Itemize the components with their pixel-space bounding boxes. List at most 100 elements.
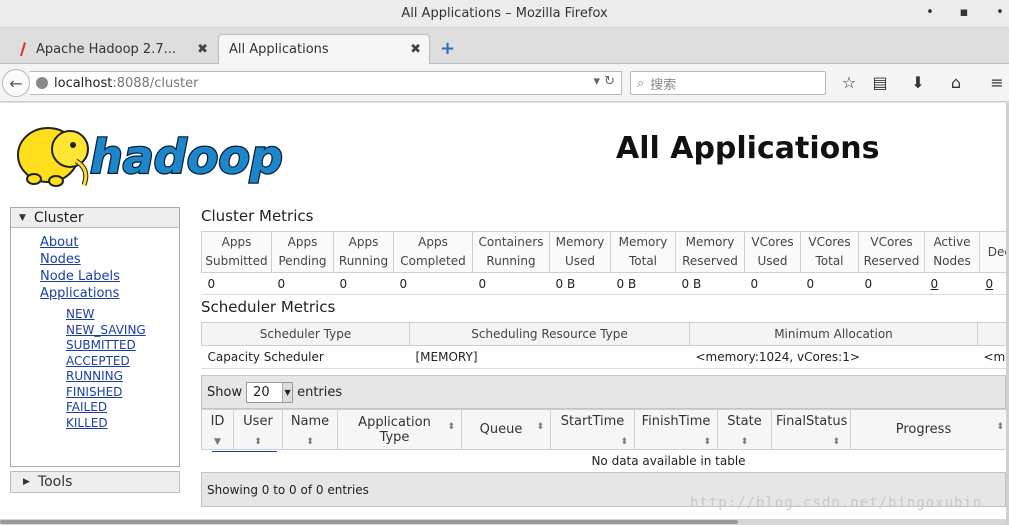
search-input[interactable]: ⌕ 搜索: [630, 71, 826, 95]
cluster-links: About Nodes Node Labels Applications NEW…: [11, 228, 277, 454]
sort-icon: ⬍: [703, 437, 711, 447]
table-row: No data available in table: [202, 450, 1007, 472]
sort-icon: ⬍: [996, 422, 1004, 432]
maximize-icon[interactable]: ▪: [956, 5, 972, 20]
minimum-allocation-value: <memory:1024, vCores:1>: [689, 345, 978, 369]
globe-icon: [36, 77, 48, 89]
col-progress[interactable]: Progress ⬍: [850, 409, 1006, 450]
scheduler-metrics-title: Scheduler Metrics: [201, 298, 336, 316]
metric-value: 0 B: [549, 272, 611, 295]
col-decommissioned-nodes: Deco: [979, 231, 1006, 273]
metric-value: 0: [858, 272, 925, 295]
sidebar-tools[interactable]: ▶ Tools: [10, 471, 180, 493]
page-title: All Applications: [616, 131, 880, 166]
col-maximum-allocation: [977, 322, 1006, 346]
col-apps-submitted: Apps Submitted: [201, 231, 272, 273]
sidebar-item-nodes[interactable]: Nodes: [40, 251, 179, 268]
entries-per-page-select[interactable]: 20 ▼: [246, 381, 294, 403]
window-titlebar: All Applications – Mozilla Firefox • ▪ •: [0, 0, 1009, 28]
hadoop-elephant-icon: hadoop: [17, 127, 284, 187]
sidebar-item-node-labels[interactable]: Node Labels: [40, 268, 179, 285]
metric-value: 0: [333, 272, 394, 295]
sort-icon: ⬍: [832, 437, 840, 447]
horizontal-scrollbar[interactable]: [0, 519, 1006, 525]
url-bar[interactable]: localhost:8088/cluster ▾ ↻: [30, 71, 622, 95]
show-label: Show: [207, 384, 243, 400]
sidebar-item-applications[interactable]: Applications: [40, 285, 179, 302]
collapse-arrow-icon: ▼: [19, 212, 26, 223]
scheduler-metrics-table: Scheduler Type Scheduling Resource Type …: [201, 322, 1006, 369]
sort-icon: ⬍: [254, 437, 262, 447]
tools-label: Tools: [37, 474, 73, 490]
col-name[interactable]: Name ⬍: [282, 409, 338, 450]
watermark: http://blog.csdn.net/bingoxubin: [690, 495, 983, 511]
sort-icon: ⬍: [740, 437, 749, 447]
bookmarks-list-icon[interactable]: ▤: [869, 73, 891, 92]
col-apps-running: Apps Running: [333, 231, 394, 273]
close-window-icon[interactable]: •: [992, 5, 1008, 20]
new-tab-icon[interactable]: +: [440, 38, 455, 59]
col-scheduling-resource-type: Scheduling Resource Type: [409, 322, 690, 346]
bookmark-star-icon[interactable]: ☆: [838, 73, 860, 92]
col-queue[interactable]: Queue ⬍: [461, 409, 551, 450]
tab-close-icon[interactable]: ✖: [197, 42, 208, 57]
scrollbar-thumb[interactable]: [0, 520, 738, 524]
url-path: :8088/cluster: [112, 75, 199, 91]
cluster-metrics-table: Apps Submitted Apps Pending Apps Running Ap…: [201, 231, 1006, 295]
metric-value: 0: [744, 272, 801, 295]
sort-icon: ▼: [214, 437, 221, 447]
cluster-metrics-title: Cluster Metrics: [201, 207, 314, 225]
table-info-text: Showing 0 to 0 of 0 entries: [207, 482, 369, 497]
sort-icon: ⬍: [620, 437, 628, 447]
active-nodes-link[interactable]: 0: [924, 272, 980, 295]
entries-label: entries: [297, 384, 343, 400]
sidebar-item-accepted[interactable]: ACCEPTED: [66, 354, 179, 370]
empty-table-message: No data available in table: [591, 453, 746, 468]
col-final-status[interactable]: FinalStatus ⬍: [771, 409, 851, 450]
col-start-time[interactable]: StartTime ⬍: [550, 409, 635, 450]
tab-all-applications[interactable]: All Applications ✖: [218, 34, 430, 64]
tab-strip: Apache Hadoop 2.7... ✖ All Applications …: [0, 28, 1009, 64]
col-scheduler-type: Scheduler Type: [201, 322, 410, 346]
download-icon[interactable]: ⬇: [907, 73, 929, 92]
url-host: localhost: [54, 75, 113, 91]
sidebar-item-killed[interactable]: KILLED: [66, 416, 179, 432]
col-finish-time[interactable]: FinishTime ⬍: [634, 409, 718, 450]
sidebar-item-new-saving[interactable]: NEW_SAVING: [66, 323, 179, 339]
col-vcores-total: VCores Total: [800, 231, 859, 273]
cluster-header[interactable]: ▼ Cluster: [11, 208, 179, 228]
metric-value: 0: [800, 272, 859, 295]
tab-hadoop[interactable]: Apache Hadoop 2.7... ✖: [8, 34, 216, 64]
col-user[interactable]: User ⬍: [233, 409, 283, 450]
nav-bar: ← localhost:8088/cluster ▾ ↻ ⌕ 搜索 ☆ ▤ ⬇ …: [0, 64, 1009, 102]
col-state[interactable]: State ⬍: [717, 409, 772, 450]
minimize-icon[interactable]: •: [922, 5, 938, 20]
home-icon[interactable]: ⌂: [945, 73, 967, 92]
col-apps-completed: Apps Completed: [393, 231, 473, 273]
table-length-bar: Show 20 ▼ entries: [201, 375, 1006, 409]
reload-icon[interactable]: ▾ ↻: [593, 74, 615, 89]
cluster-label: Cluster: [33, 209, 84, 226]
menu-icon[interactable]: ≡: [986, 73, 1008, 92]
sidebar-item-about[interactable]: About: [40, 234, 179, 251]
col-application-type[interactable]: Application Type ⬍: [337, 409, 462, 450]
maximum-allocation-value: <me: [977, 345, 1006, 369]
sort-icon: ⬍: [536, 422, 544, 432]
col-memory-used: Memory Used: [549, 231, 611, 273]
applications-header-row: ID ▼ User ⬍ Name ⬍ Application Type ⬍ Queue ⬍…: [201, 409, 1006, 450]
decommissioned-nodes-link[interactable]: 0: [979, 272, 1006, 295]
col-active-nodes: Active Nodes: [924, 231, 980, 273]
sidebar-item-failed[interactable]: FAILED: [66, 400, 179, 416]
sidebar-item-finished[interactable]: FINISHED: [66, 385, 179, 401]
hadoop-logo[interactable]: hadoop: [12, 111, 312, 195]
tab-label: All Applications: [229, 42, 329, 57]
col-id[interactable]: ID ▼: [201, 409, 234, 450]
sidebar-item-running[interactable]: RUNNING: [66, 369, 179, 385]
sidebar-item-new[interactable]: NEW: [66, 307, 179, 323]
entries-per-page-value: 20: [253, 384, 270, 400]
sidebar-item-submitted[interactable]: SUBMITTED: [66, 338, 179, 354]
tab-close-icon[interactable]: ✖: [410, 42, 421, 57]
sort-icon: ⬍: [306, 437, 314, 447]
back-button[interactable]: ←: [2, 69, 30, 97]
col-minimum-allocation: Minimum Allocation: [689, 322, 978, 346]
